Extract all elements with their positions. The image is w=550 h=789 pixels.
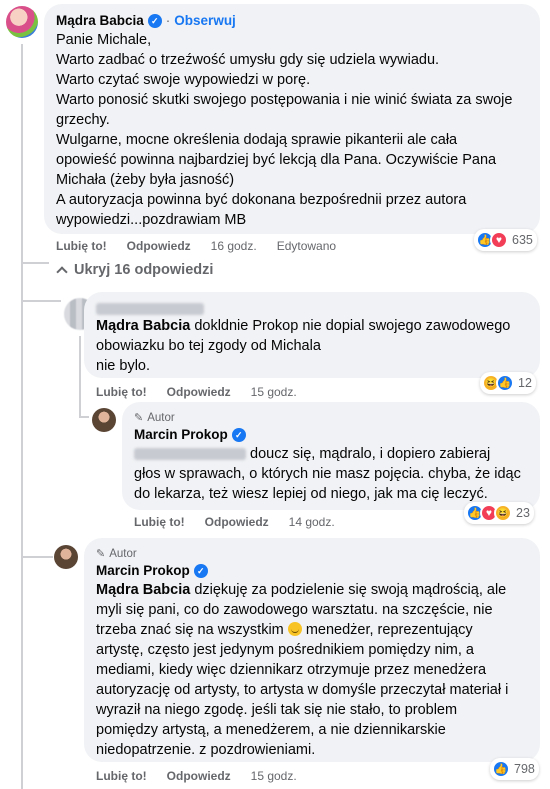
edited-label: Edytowano xyxy=(276,239,337,253)
reaction-summary[interactable]: 👍 ♥ 635 xyxy=(474,229,537,251)
like-button[interactable]: Lubię to! xyxy=(56,238,107,254)
verified-badge-icon: ✓ xyxy=(231,428,246,442)
comment-actions: Lubię to! Odpowiedz 15 godz. xyxy=(96,768,297,784)
mention-link[interactable]: Mądra Babcia xyxy=(96,318,190,334)
comment-bubble: Mądra Babcia ✓ · Obserwuj Panie Michale,… xyxy=(44,4,540,234)
comment-text: Panie Michale, Warto zadbać o trzeźwość … xyxy=(56,32,513,228)
avatar[interactable] xyxy=(92,408,116,432)
timestamp[interactable]: 14 godz. xyxy=(289,514,335,530)
reaction-count: 635 xyxy=(512,233,533,247)
thread-line xyxy=(21,300,61,302)
smile-emoji-icon xyxy=(287,622,302,636)
author-tag: Autor xyxy=(109,548,137,560)
comment-bubble: ✎ Autor Marcin Prokop ✓ Mądra Babcia dzi… xyxy=(84,538,540,762)
timestamp[interactable]: 15 godz. xyxy=(251,384,297,400)
comment-text: Mądra Babcia dokldnie Prokop nie dopial … xyxy=(96,318,511,374)
reaction-count: 12 xyxy=(518,376,532,390)
thread-line xyxy=(21,556,53,558)
like-reaction-icon: 👍 xyxy=(492,760,510,778)
reaction-summary[interactable]: 👍 798 xyxy=(490,758,539,780)
comment-author[interactable]: Marcin Prokop xyxy=(96,562,190,580)
reaction-summary[interactable]: 👍 ♥ 😆 23 xyxy=(464,502,534,524)
verified-badge-icon: ✓ xyxy=(193,564,208,578)
pencil-icon: ✎ xyxy=(134,412,144,424)
pencil-icon: ✎ xyxy=(96,548,106,560)
thread-line xyxy=(79,336,81,416)
reply-button[interactable]: Odpowiedz xyxy=(127,238,191,254)
follow-button[interactable]: Obserwuj xyxy=(174,12,236,30)
hide-replies-button[interactable]: Ukryj 16 odpowiedzi xyxy=(56,262,213,278)
comment-bubble: ✎ Autor Marcin Prokop ✓ doucz się, mądra… xyxy=(122,402,540,510)
blurred-author-name xyxy=(96,302,204,315)
author-tag: Autor xyxy=(147,412,175,424)
thread-line xyxy=(21,44,23,789)
reply-button[interactable]: Odpowiedz xyxy=(205,514,269,530)
chevron-up-icon xyxy=(56,266,68,278)
thread-line xyxy=(79,416,89,418)
like-button[interactable]: Lubię to! xyxy=(96,768,147,784)
like-button[interactable]: Lubię to! xyxy=(134,514,185,530)
reaction-count: 798 xyxy=(514,762,535,776)
comment-actions: Lubię to! Odpowiedz 16 godz. Edytowano xyxy=(56,238,336,254)
mention-link[interactable]: Mądra Babcia xyxy=(96,582,190,598)
comment-actions: Lubię to! Odpowiedz 15 godz. xyxy=(96,384,297,400)
avatar[interactable] xyxy=(54,545,78,569)
reaction-count: 23 xyxy=(516,506,530,520)
thread-line xyxy=(21,262,49,264)
verified-badge-icon: ✓ xyxy=(147,14,162,28)
comment-bubble: Mądra Babcia dokldnie Prokop nie dopial … xyxy=(84,292,540,378)
timestamp[interactable]: 16 godz. xyxy=(211,238,257,254)
like-button[interactable]: Lubię to! xyxy=(96,384,147,400)
comment-actions: Lubię to! Odpowiedz 14 godz. xyxy=(134,514,335,530)
reply-button[interactable]: Odpowiedz xyxy=(167,768,231,784)
timestamp[interactable]: 15 godz. xyxy=(251,768,297,784)
comment-author[interactable]: Mądra Babcia xyxy=(56,12,144,30)
comment-author[interactable]: Marcin Prokop xyxy=(134,426,228,444)
reaction-summary[interactable]: 😆 👍 12 xyxy=(480,372,536,394)
love-reaction-icon: ♥ xyxy=(490,231,508,249)
like-reaction-icon: 👍 xyxy=(496,374,514,392)
comment-text: doucz się, mądralo, i dopiero zabieraj g… xyxy=(134,446,521,502)
reply-button[interactable]: Odpowiedz xyxy=(167,384,231,400)
comment-text: Mądra Babcia dziękuję za podzielenie się… xyxy=(96,582,509,758)
blurred-mention xyxy=(134,448,246,461)
avatar[interactable] xyxy=(6,6,38,38)
haha-reaction-icon: 😆 xyxy=(494,504,512,522)
